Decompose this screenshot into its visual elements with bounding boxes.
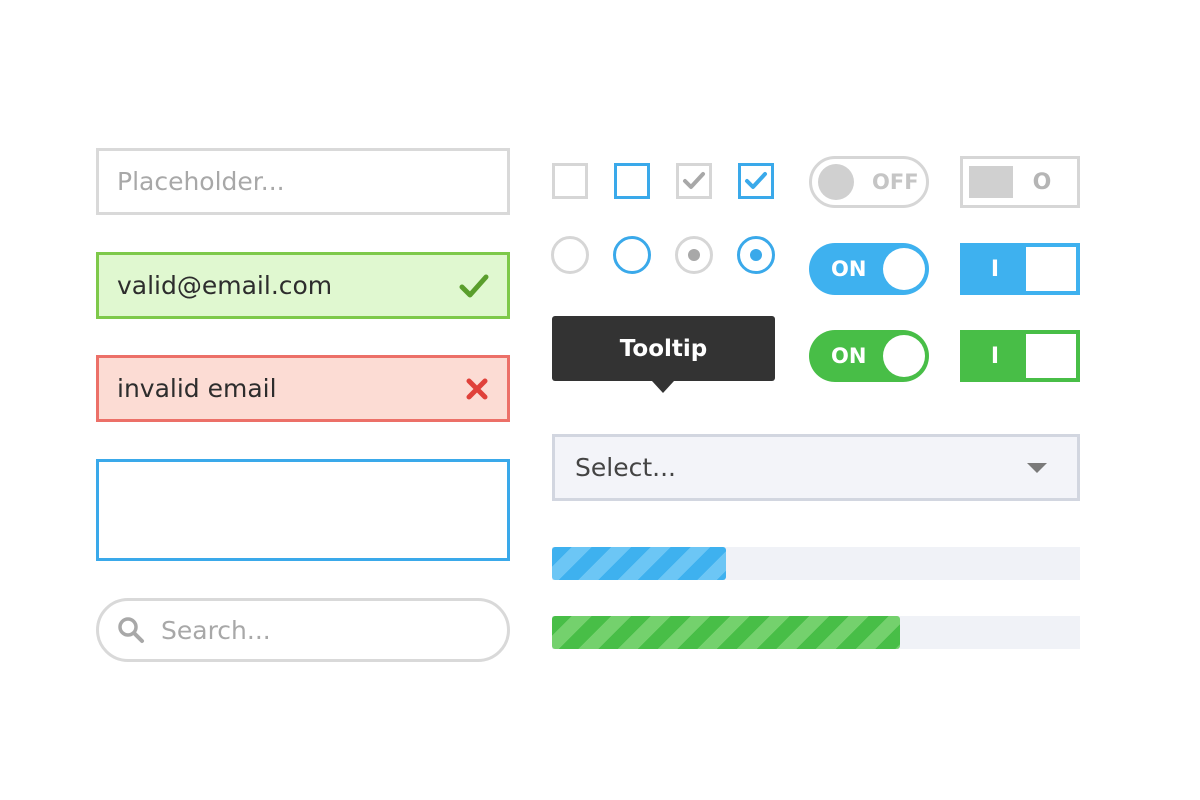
toggle-block: [969, 166, 1013, 198]
search-icon: [117, 616, 145, 644]
toggle-label: O: [1032, 169, 1052, 195]
checkbox-blue-checked[interactable]: [738, 163, 774, 199]
toggle-label: OFF: [872, 170, 919, 194]
chevron-down-icon: [1027, 462, 1047, 473]
toggle-knob: [818, 164, 854, 200]
toggle-knob: [883, 248, 925, 290]
placeholder-text: Placeholder...: [117, 167, 285, 196]
search-input[interactable]: Search...: [96, 598, 510, 662]
radio-dot: [750, 249, 762, 261]
placeholder-input[interactable]: Placeholder...: [96, 148, 510, 215]
toggle-label: ON: [831, 344, 867, 368]
toggle-square-on-green[interactable]: I: [960, 330, 1080, 382]
radio-grey-unselected[interactable]: [551, 236, 589, 274]
toggle-round-on-green[interactable]: ON: [809, 330, 929, 382]
toggle-block: [1026, 334, 1076, 378]
valid-email-input[interactable]: valid@email.com: [96, 252, 510, 319]
focused-textarea[interactable]: [96, 459, 510, 561]
check-icon: [683, 172, 705, 189]
progress-bar-green: [552, 616, 1080, 649]
checkbox-grey-unchecked[interactable]: [552, 163, 588, 199]
check-icon: [745, 172, 767, 189]
radio-grey-selected[interactable]: [675, 236, 713, 274]
radio-blue-unselected[interactable]: [613, 236, 651, 274]
search-placeholder: Search...: [161, 615, 271, 645]
progress-fill: [552, 547, 727, 580]
toggle-label: ON: [831, 257, 867, 281]
progress-fill: [552, 616, 901, 649]
toggle-square-on-blue[interactable]: I: [960, 243, 1080, 295]
toggle-square-off[interactable]: O: [960, 156, 1080, 208]
invalid-email-input[interactable]: invalid email: [96, 355, 510, 422]
toggle-label: I: [990, 256, 1000, 282]
select-dropdown[interactable]: Select...: [552, 434, 1080, 501]
toggle-label: I: [990, 343, 1000, 369]
valid-email-value: valid@email.com: [117, 271, 333, 300]
tooltip: Tooltip: [552, 316, 775, 381]
check-icon: [459, 273, 489, 299]
select-label: Select...: [575, 453, 676, 482]
radio-dot: [688, 249, 700, 261]
invalid-email-value: invalid email: [117, 374, 277, 403]
toggle-block: [1026, 247, 1076, 291]
toggle-round-on-blue[interactable]: ON: [809, 243, 929, 295]
toggle-round-off[interactable]: OFF: [809, 156, 929, 208]
cross-icon: [465, 377, 489, 401]
radio-blue-selected[interactable]: [737, 236, 775, 274]
progress-bar-blue: [552, 547, 1080, 580]
tooltip-arrow: [652, 381, 674, 393]
checkbox-grey-checked[interactable]: [676, 163, 712, 199]
toggle-knob: [883, 335, 925, 377]
checkbox-blue-unchecked[interactable]: [614, 163, 650, 199]
tooltip-text: Tooltip: [619, 335, 708, 362]
